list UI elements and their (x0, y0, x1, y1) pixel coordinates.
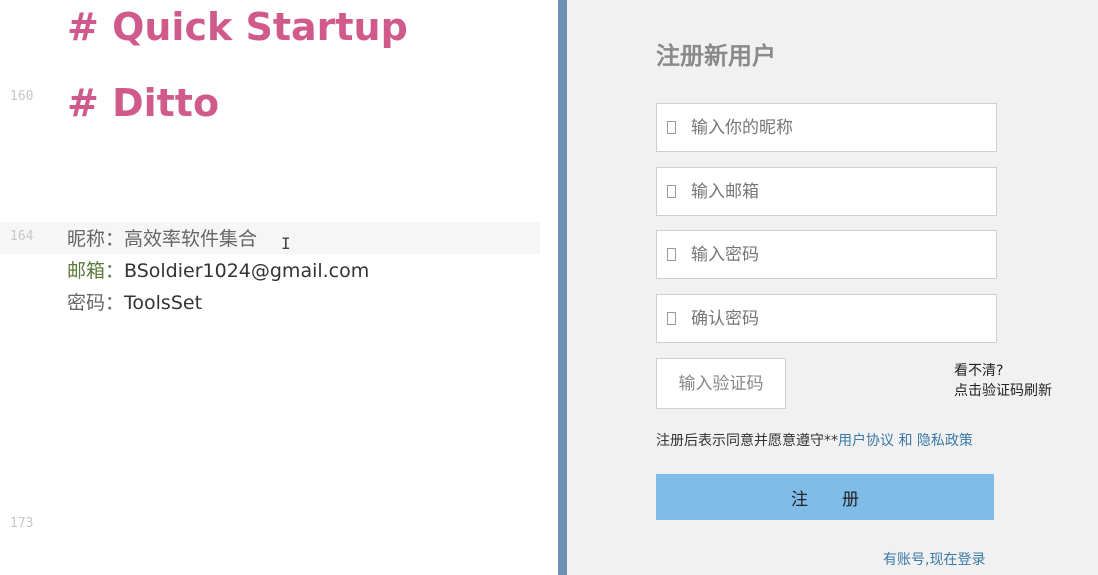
register-title: 注册新用户 (656, 42, 776, 70)
lock-icon (667, 248, 676, 261)
line-number-164: 164 (10, 229, 34, 244)
line-number-160: 160 (10, 89, 34, 104)
register-button[interactable]: 注 册 (656, 474, 994, 520)
lock-icon (667, 312, 676, 325)
confirm-password-input[interactable] (691, 295, 987, 342)
email-field[interactable] (656, 167, 997, 216)
pane-divider[interactable] (558, 0, 567, 575)
nickname-line[interactable]: 昵称：高效率软件集合 (67, 226, 257, 252)
heading-ditto: # Ditto (67, 81, 220, 125)
email-label: 邮箱： (67, 260, 125, 282)
user-agreement-link[interactable]: 用户协议 (838, 433, 894, 449)
mail-icon (667, 185, 676, 198)
login-link[interactable]: 有账号,现在登录 (883, 549, 985, 569)
captcha-hint-line2: 点击验证码刷新 (954, 383, 1052, 399)
text-cursor-icon: I (281, 234, 291, 253)
captcha-hint-line1: 看不清? (954, 363, 1004, 379)
password-value: ToolsSet (124, 292, 203, 314)
user-icon (667, 121, 676, 134)
confirm-password-field[interactable] (656, 294, 997, 343)
agreement-prefix: 注册后表示同意并愿意遵守** (656, 433, 838, 449)
nickname-value: 高效率软件集合 (124, 228, 258, 250)
agreement-text: 注册后表示同意并愿意遵守**用户协议 和 隐私政策 (656, 430, 973, 450)
nickname-field[interactable] (656, 103, 997, 152)
markdown-editor-pane[interactable]: # Quick Startup 160 # Ditto 164 昵称：高效率软件… (0, 0, 558, 575)
captcha-input[interactable] (657, 359, 785, 408)
password-label: 密码： (67, 292, 125, 314)
heading-quick-startup: # Quick Startup (67, 5, 408, 49)
email-input[interactable] (691, 168, 987, 215)
password-field[interactable] (656, 230, 997, 279)
captcha-refresh-hint[interactable]: 看不清? 点击验证码刷新 (954, 361, 1052, 401)
line-number-173: 173 (10, 516, 34, 531)
password-input[interactable] (691, 231, 987, 278)
nickname-label: 昵称： (67, 228, 125, 250)
nickname-input[interactable] (691, 104, 987, 151)
password-line[interactable]: 密码：ToolsSet (67, 290, 202, 316)
register-form-pane: 注册新用户 看不清? 点击验证码刷新 注册后表示同意并愿意遵守**用户协议 和 … (567, 0, 1098, 575)
captcha-field[interactable] (656, 358, 786, 409)
email-value: BSoldier1024@gmail.com (124, 260, 370, 282)
privacy-policy-link[interactable]: 隐私政策 (917, 433, 973, 449)
email-line[interactable]: 邮箱：BSoldier1024@gmail.com (67, 258, 369, 284)
agreement-and: 和 (894, 433, 917, 449)
